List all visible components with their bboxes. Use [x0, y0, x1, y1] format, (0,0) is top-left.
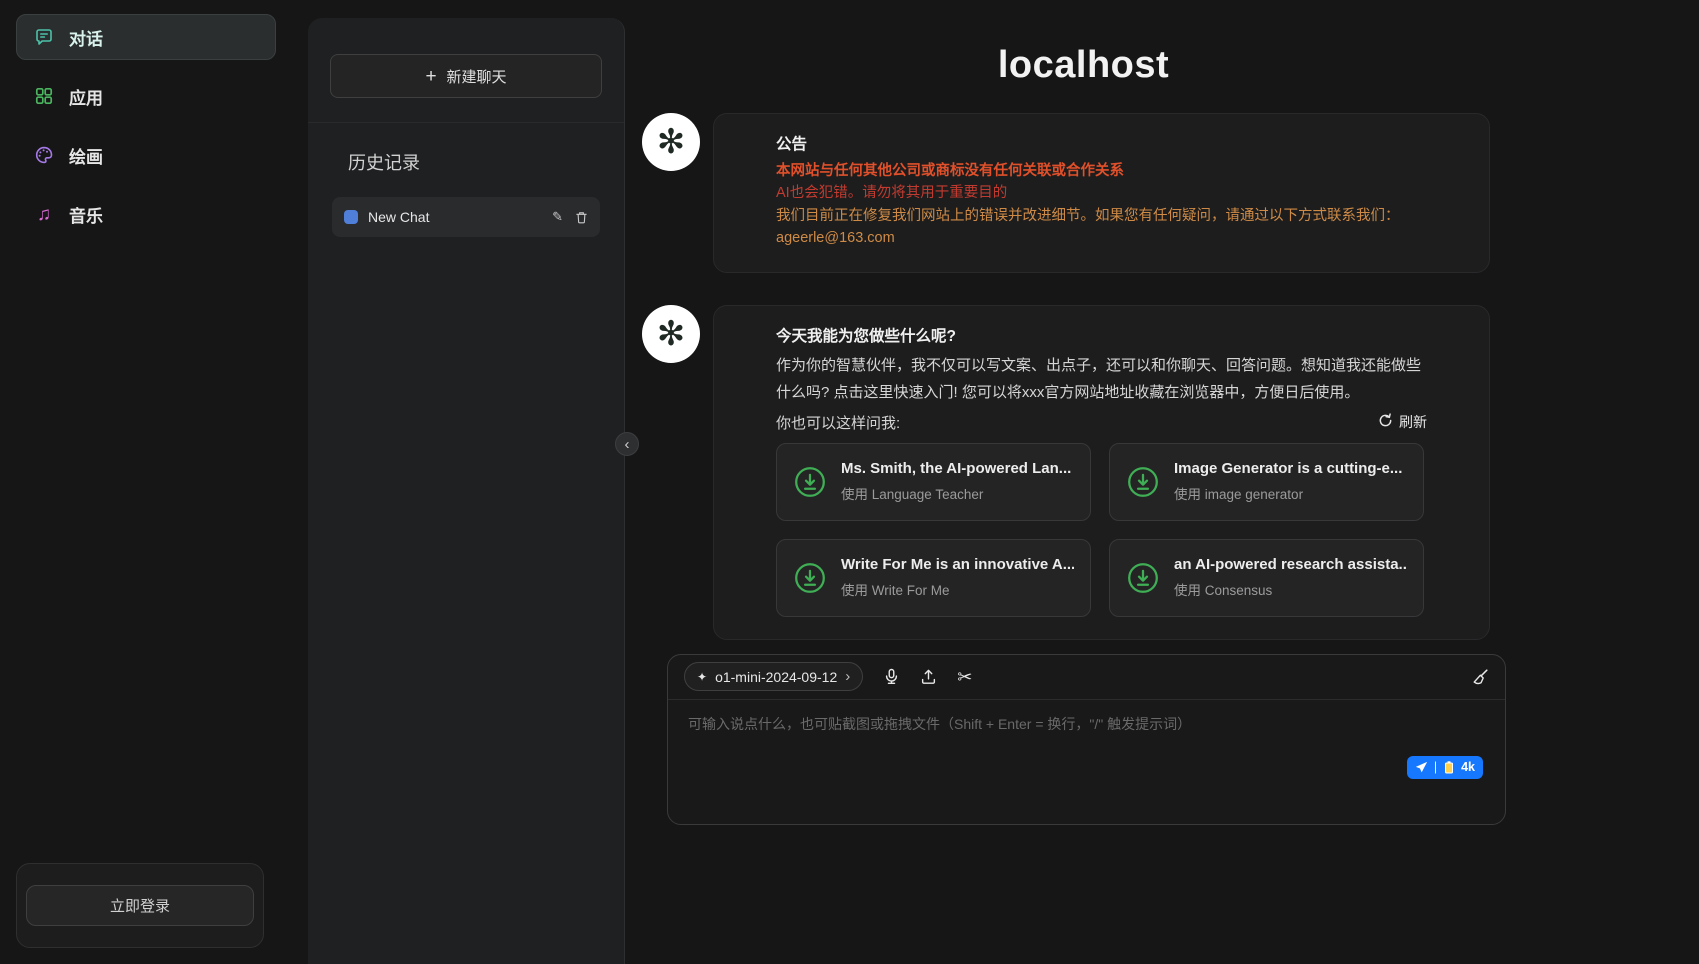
composer-toolbar: ✦ o1-mini-2024-09-12 › ✂ [668, 655, 1505, 700]
new-chat-label: 新建聊天 [447, 66, 507, 87]
collapse-sidebar-button[interactable]: ‹ [615, 432, 639, 456]
model-name: o1-mini-2024-09-12 [715, 669, 837, 685]
history-item-actions: ✎ [552, 209, 588, 225]
sparkle-icon: ✦ [697, 670, 707, 684]
announcement-line: AI也会犯错。请勿将其用于重要目的 [776, 182, 1427, 204]
suggestion-subtitle: 使用 Language Teacher [841, 483, 1071, 503]
scissors-button[interactable]: ✂ [957, 668, 972, 686]
welcome-body: 作为你的智慧伙伴，我不仅可以写文案、出点子，还可以和你聊天、回答问题。想知道我还… [776, 352, 1427, 406]
upload-button[interactable] [920, 668, 937, 685]
suggestion-title: Ms. Smith, the AI-powered Lan... [841, 460, 1071, 477]
suggestion-card[interactable]: Ms. Smith, the AI-powered Lan... 使用 Lang… [776, 443, 1091, 521]
announcement-card: 公告 本网站与任何其他公司或商标没有任何关联或合作关系 AI也会犯错。请勿将其用… [713, 113, 1490, 273]
sidebar-item-label: 音乐 [69, 202, 103, 227]
scissors-icon: ✂ [957, 668, 972, 686]
suggestion-card[interactable]: an AI-powered research assista... 使用 Con… [1109, 539, 1424, 617]
clear-context-button[interactable] [1471, 668, 1489, 686]
music-note-icon: ♫ [33, 205, 55, 224]
welcome-card: 今天我能为您做些什么呢? 作为你的智慧伙伴，我不仅可以写文案、出点子，还可以和你… [713, 305, 1490, 640]
announcement-line: 本网站与任何其他公司或商标没有任何关联或合作关系 [776, 160, 1427, 182]
sidebar-item-music[interactable]: ♫ 音乐 [16, 191, 276, 237]
suggestion-text: Write For Me is an innovative A... 使用 Wr… [841, 556, 1074, 599]
suggestion-text: an AI-powered research assista... 使用 Con… [1174, 556, 1407, 599]
contact-email-link[interactable]: ageerle@163.com [776, 227, 895, 249]
assistant-avatar: ✻ [642, 113, 700, 171]
assistant-avatar: ✻ [642, 305, 700, 363]
upload-icon [920, 668, 937, 685]
sidebar-item-label: 绘画 [69, 143, 103, 168]
plus-icon: + [425, 67, 436, 86]
install-circle-icon [793, 465, 827, 499]
ask-label: 你也可以这样问我: [776, 412, 900, 433]
login-button[interactable]: 立即登录 [26, 885, 254, 926]
sidebar-item-apps[interactable]: 应用 [16, 73, 276, 119]
openai-logo-icon: ✻ [657, 317, 686, 351]
install-circle-icon [793, 561, 827, 595]
battery-icon [1443, 761, 1455, 774]
chat-column: localhost ✻ 公告 本网站与任何其他公司或商标没有任何关联或合作关系 … [626, 44, 1541, 825]
sidebar-item-label: 对话 [69, 25, 103, 50]
suggestion-text: Image Generator is a cutting-e... 使用 ima… [1174, 460, 1402, 503]
delete-icon[interactable] [575, 211, 588, 224]
chat-bubble-icon [33, 27, 55, 47]
sidebar-item-chat[interactable]: 对话 [16, 14, 276, 60]
suggestion-card[interactable]: Image Generator is a cutting-e... 使用 ima… [1109, 443, 1424, 521]
microphone-icon [883, 668, 900, 685]
welcome-heading: 今天我能为您做些什么呢? [776, 324, 1427, 346]
install-circle-icon [1126, 561, 1160, 595]
suggestion-grid: Ms. Smith, the AI-powered Lan... 使用 Lang… [776, 443, 1427, 617]
app-grid-icon [33, 86, 55, 106]
history-top: + 新建聊天 [308, 18, 624, 123]
history-item[interactable]: New Chat ✎ [332, 197, 600, 237]
suggestion-title: an AI-powered research assista... [1174, 556, 1407, 573]
composer: ✦ o1-mini-2024-09-12 › ✂ [667, 654, 1506, 825]
chat-color-swatch [344, 210, 358, 224]
history-panel: + 新建聊天 历史记录 New Chat ✎ [308, 18, 625, 964]
main-chat-area: localhost ✻ 公告 本网站与任何其他公司或商标没有任何关联或合作关系 … [626, 0, 1699, 964]
message-welcome: ✻ 今天我能为您做些什么呢? 作为你的智慧伙伴，我不仅可以写文案、出点子，还可以… [642, 305, 1541, 640]
chevron-right-icon: › [845, 668, 850, 685]
composer-body: | 4k [668, 700, 1505, 824]
sidebar-item-drawing[interactable]: 绘画 [16, 132, 276, 178]
openai-logo-icon: ✻ [657, 125, 686, 159]
message-input[interactable] [688, 714, 1485, 786]
suggestion-card[interactable]: Write For Me is an innovative A... 使用 Wr… [776, 539, 1091, 617]
install-circle-icon [1126, 465, 1160, 499]
palette-icon [33, 145, 55, 165]
message-announcement: ✻ 公告 本网站与任何其他公司或商标没有任何关联或合作关系 AI也会犯错。请勿将… [642, 113, 1541, 273]
page-title: localhost [626, 44, 1541, 87]
suggestion-text: Ms. Smith, the AI-powered Lan... 使用 Lang… [841, 460, 1071, 503]
sidebar-item-label: 应用 [69, 84, 103, 109]
login-panel: 立即登录 [16, 863, 264, 948]
suggestion-title: Write For Me is an innovative A... [841, 556, 1074, 573]
history-item-title: New Chat [368, 209, 552, 225]
send-token-badge[interactable]: | 4k [1407, 756, 1483, 779]
sidebar: 对话 应用 绘画 ♫ 音乐 立即登录 [0, 0, 292, 964]
announcement-heading: 公告 [776, 132, 1427, 154]
app-root: 对话 应用 绘画 ♫ 音乐 立即登录 + 新建聊天 [0, 0, 1699, 964]
suggestion-subtitle: 使用 Consensus [1174, 579, 1407, 599]
announcement-line: 我们目前正在修复我们网站上的错误并改进细节。如果您有任何疑问，请通过以下方式联系… [776, 205, 1427, 227]
token-count: 4k [1461, 760, 1475, 774]
microphone-button[interactable] [883, 668, 900, 685]
suggestion-title: Image Generator is a cutting-e... [1174, 460, 1402, 477]
suggestion-subtitle: 使用 Write For Me [841, 579, 1074, 599]
refresh-suggestions-button[interactable]: 刷新 [1378, 412, 1427, 432]
history-heading: 历史记录 [348, 149, 624, 175]
suggestion-subtitle: 使用 image generator [1174, 483, 1402, 503]
edit-icon[interactable]: ✎ [552, 209, 563, 225]
badge-divider: | [1434, 760, 1437, 774]
new-chat-button[interactable]: + 新建聊天 [330, 54, 602, 98]
chevron-left-icon: ‹ [625, 437, 630, 452]
refresh-label: 刷新 [1399, 412, 1427, 432]
broom-icon [1471, 668, 1489, 686]
send-icon [1415, 761, 1428, 774]
ask-row: 你也可以这样问我: 刷新 [776, 412, 1427, 433]
model-selector[interactable]: ✦ o1-mini-2024-09-12 › [684, 662, 863, 691]
refresh-icon [1378, 413, 1393, 431]
